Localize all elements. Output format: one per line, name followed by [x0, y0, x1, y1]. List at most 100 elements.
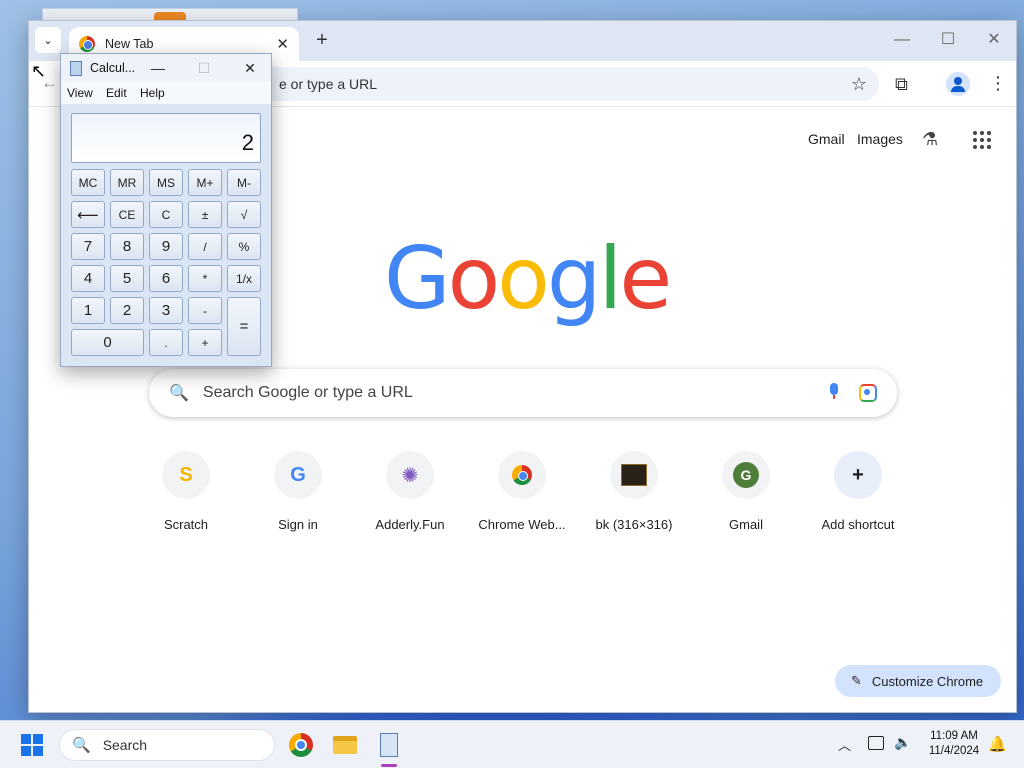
- digit-6-button[interactable]: 6: [149, 265, 183, 292]
- shortcut-gmail[interactable]: G Gmail: [690, 451, 802, 532]
- adderly-icon: ✺: [386, 451, 434, 499]
- shortcut-chrome-web-store[interactable]: Chrome Web...: [466, 451, 578, 532]
- volume-icon[interactable]: 🔈: [894, 734, 911, 751]
- add-shortcut-button[interactable]: + Add shortcut: [802, 451, 914, 532]
- sqrt-button[interactable]: √: [227, 201, 261, 228]
- new-tab-button[interactable]: +: [311, 30, 333, 52]
- digit-7-button[interactable]: 7: [71, 233, 105, 260]
- taskbar-search-label: Search: [102, 737, 148, 753]
- windows-start-icon[interactable]: [21, 734, 43, 756]
- search-icon: 🔍: [169, 385, 189, 402]
- digit-8-button[interactable]: 8: [110, 233, 144, 260]
- add-button[interactable]: +: [188, 329, 222, 356]
- gmail-link[interactable]: Gmail: [808, 131, 845, 147]
- menu-help[interactable]: Help: [140, 86, 165, 100]
- search-placeholder: Search Google or type a URL: [202, 384, 413, 401]
- google-apps-grid-icon[interactable]: [973, 131, 991, 149]
- calculator-app-icon: [70, 61, 82, 76]
- backspace-button[interactable]: ⟵: [71, 201, 105, 228]
- reciprocal-button[interactable]: 1/x: [227, 265, 261, 292]
- shortcut-scratch[interactable]: S Scratch: [130, 451, 242, 532]
- chrome-web-store-icon: [498, 451, 546, 499]
- minimize-button[interactable]: —: [887, 29, 917, 51]
- digit-0-button[interactable]: 0: [71, 329, 144, 356]
- m-plus-button[interactable]: M+: [188, 169, 222, 196]
- system-clock[interactable]: 11:09 AM 11/4/2024: [920, 729, 988, 759]
- clock-time: 11:09 AM: [930, 730, 978, 742]
- tab-title: New Tab: [105, 37, 154, 51]
- digit-2-button[interactable]: 2: [110, 297, 144, 324]
- calc-close-button[interactable]: ✕: [238, 58, 262, 78]
- close-button[interactable]: ✕: [979, 29, 1009, 51]
- notification-bell-icon[interactable]: 🔔: [988, 735, 1007, 753]
- plus-icon: +: [834, 451, 882, 499]
- google-g-icon: G: [274, 451, 322, 499]
- digit-3-button[interactable]: 3: [149, 297, 183, 324]
- voice-search-mic-icon[interactable]: [829, 383, 839, 401]
- menu-view[interactable]: View: [67, 86, 93, 100]
- scratch-icon: S: [162, 451, 210, 499]
- taskbar: 🔍 Search ︿ 🔈 11:09 AM 11/4/2024 🔔: [0, 720, 1024, 768]
- chrome-menu-icon[interactable]: ⋮: [989, 73, 1007, 94]
- mouse-cursor-icon: ↖: [31, 61, 47, 81]
- taskbar-chrome[interactable]: [287, 731, 315, 759]
- ms-button[interactable]: MS: [149, 169, 183, 196]
- labs-flask-icon[interactable]: ⚗: [922, 129, 938, 150]
- clock-date: 11/4/2024: [928, 745, 980, 757]
- chrome-favicon-icon: [79, 36, 95, 52]
- network-icon[interactable]: [868, 736, 884, 750]
- subtract-button[interactable]: -: [188, 297, 222, 324]
- shortcut-adderly[interactable]: ✺ Adderly.Fun: [354, 451, 466, 532]
- google-search-box[interactable]: 🔍 Search Google or type a URL: [149, 369, 897, 417]
- m-minus-button[interactable]: M-: [227, 169, 261, 196]
- calculator-title: Calcul...: [90, 61, 136, 75]
- calculator-menu-bar: View Edit Help: [61, 82, 271, 104]
- calculator-title-bar[interactable]: Calcul... — ☐ ✕: [61, 54, 271, 82]
- c-button[interactable]: C: [149, 201, 183, 228]
- taskbar-calculator[interactable]: [375, 731, 403, 759]
- taskbar-search-box[interactable]: 🔍 Search: [59, 729, 275, 761]
- digit-9-button[interactable]: 9: [149, 233, 183, 260]
- chevron-up-icon[interactable]: ︿: [838, 735, 851, 754]
- tab-close-icon[interactable]: ✕: [276, 35, 289, 53]
- customize-chrome-button[interactable]: ✎ Customize Chrome: [835, 665, 1001, 697]
- calc-minimize-button[interactable]: —: [146, 58, 170, 78]
- pencil-icon: ✎: [851, 673, 862, 688]
- address-bar-text: e or type a URL: [279, 76, 378, 92]
- images-link[interactable]: Images: [857, 131, 903, 147]
- google-logo: Google: [384, 229, 672, 329]
- percent-button[interactable]: %: [227, 233, 261, 260]
- calc-maximize-button: ☐: [197, 60, 211, 76]
- extensions-puzzle-icon[interactable]: ⧉: [895, 74, 908, 95]
- ce-button[interactable]: CE: [110, 201, 144, 228]
- google-lens-icon[interactable]: [859, 384, 877, 402]
- bk-thumbnail-icon: [610, 451, 658, 499]
- plus-minus-button[interactable]: ±: [188, 201, 222, 228]
- tab-search-button[interactable]: ⌄: [35, 27, 61, 53]
- folder-icon: [333, 736, 357, 754]
- menu-edit[interactable]: Edit: [106, 86, 127, 100]
- bookmark-star-icon[interactable]: ☆: [851, 74, 867, 95]
- calculator-display: 2: [71, 113, 261, 163]
- shortcut-label: Gmail: [729, 517, 763, 532]
- search-icon: 🔍: [72, 737, 91, 754]
- equals-button[interactable]: =: [227, 297, 261, 356]
- digit-5-button[interactable]: 5: [110, 265, 144, 292]
- taskbar-file-explorer[interactable]: [331, 731, 359, 759]
- maximize-button[interactable]: ☐: [933, 29, 963, 51]
- calculator-icon: [380, 733, 398, 757]
- mc-button[interactable]: MC: [71, 169, 105, 196]
- shortcut-sign-in[interactable]: G Sign in: [242, 451, 354, 532]
- multiply-button[interactable]: *: [188, 265, 222, 292]
- customize-chrome-label: Customize Chrome: [871, 673, 984, 689]
- active-app-indicator: [381, 764, 397, 767]
- shortcut-bk[interactable]: bk (316×316): [578, 451, 690, 532]
- digit-1-button[interactable]: 1: [71, 297, 105, 324]
- shortcut-label: Sign in: [278, 517, 318, 532]
- decimal-button[interactable]: .: [149, 329, 183, 356]
- divide-button[interactable]: /: [188, 233, 222, 260]
- calculator-window: Calcul... — ☐ ✕ View Edit Help 2 MC MR M…: [60, 53, 272, 367]
- profile-avatar-icon[interactable]: [946, 72, 970, 96]
- digit-4-button[interactable]: 4: [71, 265, 105, 292]
- mr-button[interactable]: MR: [110, 169, 144, 196]
